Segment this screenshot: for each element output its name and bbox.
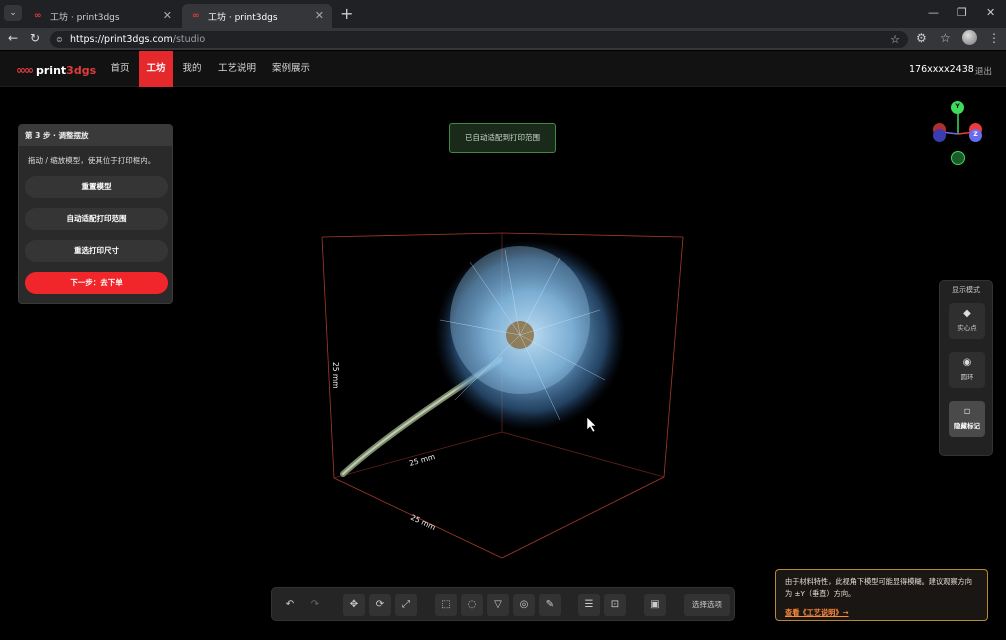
tab-list-button[interactable]: ⌄ [4,5,22,21]
mode-ring-button[interactable]: ◉ 圆环 [949,352,985,388]
next-step-button[interactable]: 下一步：去下单 [25,272,168,294]
minimize-icon[interactable]: — [928,6,939,19]
site-favicon-icon: ∞ [34,11,42,21]
reload-icon[interactable]: ↻ [30,31,40,45]
step-panel: 第 3 步 · 调整摆放 拖动 / 缩放模型，使其位于打印框内。 重置模型 自动… [18,124,173,304]
crop-icon[interactable]: ⊡ [604,594,626,616]
rotate-icon[interactable]: ⟳ [369,594,391,616]
user-phone[interactable]: 176xxxx2438 [909,64,974,75]
redo-icon[interactable]: ↷ [304,594,326,616]
eraser-icon[interactable]: ✎ [539,594,561,616]
mode-label: 隐藏标记 [954,422,980,430]
url-path: /studio [172,34,206,45]
tab-title: 工坊 · print3dgs [208,12,278,23]
close-tab-icon[interactable]: ✕ [315,9,324,22]
mode-hide-markers-button[interactable]: ▫ 隐藏标记 [949,401,985,437]
step-description: 拖动 / 缩放模型，使其位于打印框内。 [28,156,156,165]
logo-mark-icon: ∞∞ [16,63,34,77]
logo-text: print [36,63,67,77]
display-mode-title: 显示模式 [952,286,980,294]
mode-solid-dot-button[interactable]: ◆ 实心点 [949,303,985,339]
bookmark-star-icon[interactable]: ☆ [890,31,900,48]
ring-icon: ◉ [962,357,972,368]
url-host: https://print3dgs.com [70,34,173,45]
y-axis-icon[interactable]: Y [951,101,964,114]
step-title: 第 3 步 · 调整摆放 [19,125,172,146]
close-tab-icon[interactable]: ✕ [163,9,172,22]
back-icon[interactable]: ← [8,31,18,45]
lasso-select-icon[interactable]: ◌ [461,594,483,616]
profile-avatar[interactable] [962,30,977,45]
fit-view-icon[interactable]: ▣ [644,594,666,616]
address-bar-row: ← ↻ ⊜ https://print3dgs.com/studio ☆ ⚙ ☆… [0,28,1006,50]
nav-item-studio[interactable]: 工坊 [139,51,173,87]
site-favicon-icon: ∞ [192,11,200,21]
browser-tab-active[interactable]: ∞ 工坊 · print3dgs ✕ [182,4,332,28]
nav-item-mine[interactable]: 我的 [174,51,210,87]
extensions-icon[interactable]: ⚙ [916,31,927,45]
mode-label: 实心点 [957,324,977,332]
restore-icon[interactable]: ❐ [957,6,967,19]
nav-item-cases[interactable]: 案例展示 [265,51,317,87]
app-header: ∞∞ print 3dgs 首页 工坊 我的 工艺说明 案例展示 176xxxx2… [0,51,1006,87]
undo-icon[interactable]: ↶ [279,594,301,616]
site-info-icon[interactable]: ⊜ [56,31,63,48]
hidden-marker-icon: ▫ [963,406,971,417]
browser-tab-bar: ⌄ ∞ 工坊 · print3dgs ✕ ∞ 工坊 · print3dgs ✕ … [0,0,1006,28]
process-guide-link[interactable]: 查看《工艺说明》→ [785,608,849,618]
scale-icon[interactable]: ⤢ [395,594,417,616]
select-options-button[interactable]: 选择选项 [684,594,730,616]
depth-dimension-label: 25 mm [408,452,436,468]
diamond-icon: ◆ [963,308,971,319]
tab-title: 工坊 · print3dgs [50,12,120,23]
nav-item-home[interactable]: 首页 [102,51,138,87]
favorites-icon[interactable]: ☆ [940,31,951,45]
polygon-select-icon[interactable]: ▽ [487,594,509,616]
toast-message: 已自动适配到打印范围 [449,123,556,153]
notice-text: 由于材料特性，此视角下模型可能显得模糊。建议观察方向为 ±Y（垂直）方向。 [785,577,972,598]
move-icon[interactable]: ✥ [343,594,365,616]
reselect-size-button[interactable]: 重选打印尺寸 [25,240,168,262]
mouse-cursor-icon [586,416,597,433]
more-menu-icon[interactable]: ⋮ [988,31,1000,45]
nav-item-process[interactable]: 工艺说明 [213,51,261,87]
bottom-toolbar: ↶ ↷ ✥ ⟳ ⤢ ⬚ ◌ ▽ ◎ ✎ ☰ ⊡ ▣ 选择选项 [271,587,735,621]
logout-link[interactable]: 退出 [975,65,992,77]
reset-model-button[interactable]: 重置模型 [25,176,168,198]
display-mode-panel: 显示模式 ◆ 实心点 ◉ 圆环 ▫ 隐藏标记 [939,280,993,456]
z-axis-icon[interactable]: Z [969,129,982,142]
brush-select-icon[interactable]: ◎ [513,594,535,616]
browser-tab[interactable]: ∞ 工坊 · print3dgs ✕ [24,4,180,28]
url-field[interactable]: ⊜ https://print3dgs.com/studio ☆ [50,31,908,48]
neg-y-axis-icon[interactable] [951,151,965,165]
neg-z-axis-icon[interactable] [933,129,946,142]
box-select-icon[interactable]: ⬚ [435,594,457,616]
auto-fit-button[interactable]: 自动适配打印范围 [25,208,168,230]
viewing-notice: 由于材料特性，此视角下模型可能显得模糊。建议观察方向为 ±Y（垂直）方向。 查看… [775,569,988,621]
height-dimension-label: 25 mm [331,362,340,389]
logo-text-accent: 3dgs [66,63,97,77]
width-dimension-label: 25 mm [409,513,437,532]
dandelion-model [340,240,625,477]
brand-logo[interactable]: ∞∞ print 3dgs [16,63,96,77]
new-tab-icon[interactable]: + [340,4,353,23]
close-window-icon[interactable]: ✕ [986,6,995,19]
mode-label: 圆环 [960,373,974,381]
layers-icon[interactable]: ☰ [578,594,600,616]
